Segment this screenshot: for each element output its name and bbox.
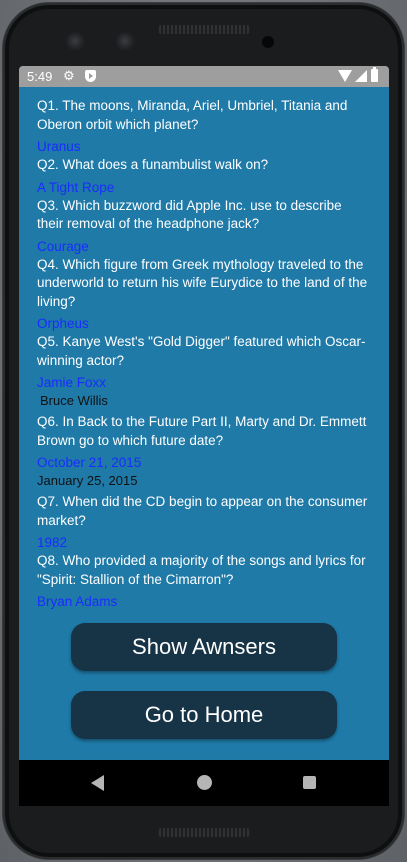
question-3: Q3. Which buzzword did Apple Inc. use to… — [37, 197, 342, 232]
system-navigation-bar — [19, 760, 389, 806]
front-camera-icon — [66, 32, 86, 52]
question-6: Q6. In Back to the Future Part II, Marty… — [37, 414, 367, 448]
question-8: Q8. Who provided a majority of the songs… — [37, 553, 366, 587]
status-time: 5:49 — [27, 69, 53, 84]
status-bar: 5:49 ⚙ — [19, 66, 389, 87]
question-1: Q1. The moons, Miranda, Ariel, Umbriel, … — [37, 98, 348, 132]
front-camera-icon — [116, 32, 136, 52]
answer-5: Jamie Foxx — [37, 375, 107, 390]
quiz-results-list[interactable]: Q1. The moons, Miranda, Ariel, Umbriel, … — [19, 87, 389, 610]
question-7: Q7. When did the CD begin to appear on t… — [37, 494, 368, 528]
back-icon[interactable] — [91, 775, 104, 791]
app-screen: 5:49 ⚙ Q1. The moons, Miranda, Ariel, Um… — [19, 66, 389, 804]
bottom-speaker — [157, 828, 251, 837]
battery-icon — [371, 67, 378, 82]
answer-6: October 21, 2015 — [37, 455, 142, 470]
recent-apps-icon[interactable] — [303, 776, 316, 789]
user-answer-6: January 25, 2015 — [37, 473, 138, 488]
wifi-icon — [338, 70, 352, 82]
answer-7: 1982 — [37, 535, 68, 550]
home-icon[interactable] — [197, 775, 212, 790]
shield-play-icon — [85, 70, 96, 82]
go-to-home-button[interactable]: Go to Home — [71, 691, 337, 739]
question-4: Q4. Which figure from Greek mythology tr… — [37, 256, 368, 309]
answer-1: Uranus — [37, 139, 81, 154]
answer-4: Orpheus — [37, 316, 89, 331]
answer-8: Bryan Adams — [37, 594, 118, 609]
earpiece-speaker — [157, 25, 251, 34]
answer-3: Courage — [37, 238, 89, 254]
show-answers-button[interactable]: Show Awnsers — [71, 623, 337, 671]
question-2: Q2. What does a funambulist walk on? — [37, 157, 269, 172]
device-background: 5:49 ⚙ Q1. The moons, Miranda, Ariel, Um… — [0, 0, 407, 862]
user-answer-5: Bruce Willis — [40, 393, 108, 408]
signal-icon — [355, 70, 367, 82]
question-5: Q5. Kanye West's "Gold Digger" featured … — [37, 334, 366, 368]
proximity-sensor — [262, 36, 274, 48]
answer-2: A Tight Rope — [37, 179, 115, 195]
gear-icon: ⚙ — [63, 68, 75, 83]
